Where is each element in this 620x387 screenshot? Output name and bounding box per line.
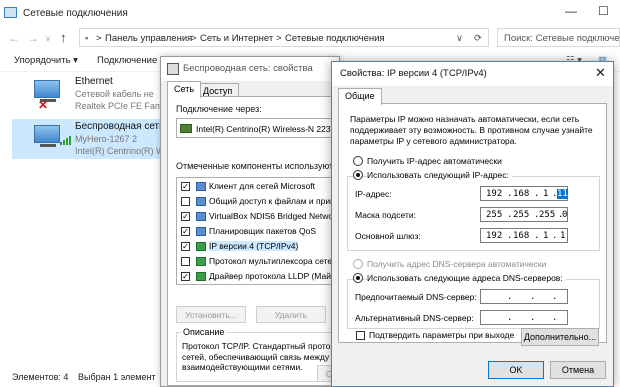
protocol-icon <box>196 272 206 281</box>
breadcrumb-separator: > <box>276 33 282 44</box>
preferred-dns-field[interactable]: . . . <box>480 289 568 304</box>
ip-address-label: IP-адрес: <box>355 189 392 199</box>
manual-ip-label[interactable]: Использовать следующий IP-адрес: <box>367 170 512 180</box>
list-item-wireless[interactable]: Беспроводная сеть MyHero-1267 2 Intel(R)… <box>12 119 172 159</box>
network-tab-page: Подключение через: Intel(R) Centrino(R) … <box>167 96 358 386</box>
connect-to-button[interactable]: Подключение к <box>97 55 164 66</box>
adapter-field: Intel(R) Centrino(R) Wireless-N 2230 <box>176 118 336 138</box>
ip-address-field[interactable]: 192 . 168 . 1 . 11 <box>480 186 568 201</box>
ip-octet-selected: 11 <box>557 189 568 199</box>
breadcrumb-control-panel[interactable]: Панель управления <box>105 33 192 44</box>
component-checkbox[interactable]: ✓ <box>181 212 190 221</box>
component-checkbox[interactable] <box>181 197 190 206</box>
remove-button[interactable]: Удалить <box>256 306 326 323</box>
alternate-dns-label: Альтернативный DNS-сервер: <box>355 313 474 323</box>
back-arrow-icon[interactable]: ← <box>8 31 20 45</box>
gateway-label: Основной шлюз: <box>355 231 421 241</box>
organize-button[interactable]: Упорядочить ▾ <box>14 55 78 66</box>
network-properties-icon <box>167 63 179 75</box>
auto-ip-radio[interactable] <box>353 156 363 166</box>
forward-arrow-icon[interactable]: → <box>27 31 39 45</box>
protocol-icon <box>196 242 206 251</box>
ok-button[interactable]: OK <box>488 361 544 379</box>
ethernet-adapter-icon <box>34 80 60 98</box>
dialog-title: Беспроводная сеть: свойства <box>183 63 313 74</box>
breadcrumb-network-internet[interactable]: Сеть и Интернет <box>200 33 273 44</box>
breadcrumb-network-connections[interactable]: Сетевые подключения <box>285 33 385 44</box>
address-row: ← → ∨ ↑ ▪ > Панель управления > Сеть и И… <box>0 26 620 50</box>
gateway-field[interactable]: 192 . 168 . 1 . 1 <box>480 228 568 243</box>
service-icon <box>196 197 206 206</box>
network-folder-icon <box>4 7 17 18</box>
close-icon[interactable]: ✕ <box>595 65 606 81</box>
explorer-title: Сетевые подключения <box>23 8 128 19</box>
component-checkbox[interactable]: ✓ <box>181 182 190 191</box>
alternate-dns-field[interactable]: . . . <box>480 310 568 325</box>
connection-name: Беспроводная сеть <box>75 121 165 132</box>
dialog-titlebar: Свойства: IP версии 4 (TCP/IPv4) ✕ <box>332 62 613 86</box>
advanced-button[interactable]: Дополнительно... <box>521 328 599 346</box>
auto-dns-label[interactable]: Получить адрес DNS-сервера автоматически <box>367 259 546 269</box>
subnet-mask-label: Маска подсети: <box>355 210 416 220</box>
control-panel-icon: ▪ <box>85 33 89 44</box>
list-item-ethernet[interactable]: ✕ Ethernet Сетевой кабель не Realtek PCI… <box>12 74 172 114</box>
tab-strip: Сеть Доступ <box>161 81 339 98</box>
cancel-button[interactable]: Отмена <box>550 361 606 379</box>
auto-ip-label[interactable]: Получить IP-адрес автоматически <box>367 156 502 166</box>
network-card-icon <box>180 124 192 133</box>
item-count: Элементов: 4 <box>12 372 69 382</box>
breadcrumb-separator: > <box>191 33 197 44</box>
dialog-title: Свойства: IP версии 4 (TCP/IPv4) <box>340 68 487 79</box>
tab-general[interactable]: Общие <box>338 88 382 105</box>
tab-network[interactable]: Сеть <box>167 81 202 98</box>
component-checkbox[interactable]: ✓ <box>181 242 190 251</box>
up-arrow-icon[interactable]: ↑ <box>60 30 67 45</box>
components-list: ✓ Клиент для сетей Microsoft Общий досту… <box>176 177 336 285</box>
install-button[interactable]: Установить... <box>176 306 246 323</box>
client-icon <box>196 182 206 191</box>
minimize-button[interactable]: — <box>565 4 577 18</box>
address-dropdown-icon[interactable]: ∨ <box>456 33 463 44</box>
connection-device: Realtek PCIe FE Family <box>75 101 172 111</box>
description-legend: Описание <box>181 327 227 337</box>
dialog-titlebar: Беспроводная сеть: свойства <box>161 57 339 81</box>
recent-chevron-icon[interactable]: ∨ <box>45 34 51 43</box>
subnet-mask-field[interactable]: 255 . 255 . 255 . 0 <box>480 207 568 222</box>
connect-via-label: Подключение через: <box>176 104 262 114</box>
validate-checkbox[interactable] <box>356 331 365 340</box>
general-tab-page: Параметры IP можно назначать автоматичес… <box>338 103 607 343</box>
description-group: Описание Протокол TCP/IP. Стандартный пр… <box>176 327 344 382</box>
protocol-icon <box>196 257 206 266</box>
preferred-dns-label: Предпочитаемый DNS-сервер: <box>355 292 477 302</box>
connection-name: Ethernet <box>75 76 113 87</box>
connection-device: Intel(R) Centrino(R) Wi <box>75 146 167 156</box>
breadcrumb-separator: > <box>96 33 102 44</box>
component-checkbox[interactable] <box>181 257 190 266</box>
selection-count: Выбран 1 элемент <box>78 372 156 382</box>
search-input[interactable]: Поиск: Сетевые подключения <box>497 28 620 47</box>
component-checkbox[interactable]: ✓ <box>181 272 190 281</box>
explorer-titlebar: Сетевые подключения — ☐ <box>0 0 620 26</box>
disconnected-x-icon: ✕ <box>38 98 49 112</box>
connection-ssid: MyHero-1267 2 <box>75 134 138 144</box>
auto-dns-radio[interactable] <box>353 259 363 269</box>
ipv4-properties-dialog: Свойства: IP версии 4 (TCP/IPv4) ✕ Общие… <box>331 61 614 387</box>
wireless-properties-dialog: Беспроводная сеть: свойства Сеть Доступ … <box>160 56 358 387</box>
component-checkbox[interactable]: ✓ <box>181 227 190 236</box>
manual-ip-radio[interactable] <box>353 170 363 180</box>
intro-text: Параметры IP можно назначать автоматичес… <box>350 114 593 146</box>
service-icon <box>196 212 206 221</box>
refresh-icon[interactable]: ⟳ <box>474 33 482 44</box>
manual-dns-label[interactable]: Использовать следующие адреса DNS-сервер… <box>367 273 566 283</box>
address-bar[interactable]: ▪ > Панель управления > Сеть и Интернет … <box>79 28 489 47</box>
manual-dns-radio[interactable] <box>353 273 363 283</box>
maximize-button[interactable]: ☐ <box>598 4 609 18</box>
service-icon <box>196 227 206 236</box>
connection-status: Сетевой кабель не <box>75 89 154 99</box>
validate-label[interactable]: Подтвердить параметры при выходе <box>369 330 514 340</box>
wireless-adapter-icon <box>34 125 60 143</box>
